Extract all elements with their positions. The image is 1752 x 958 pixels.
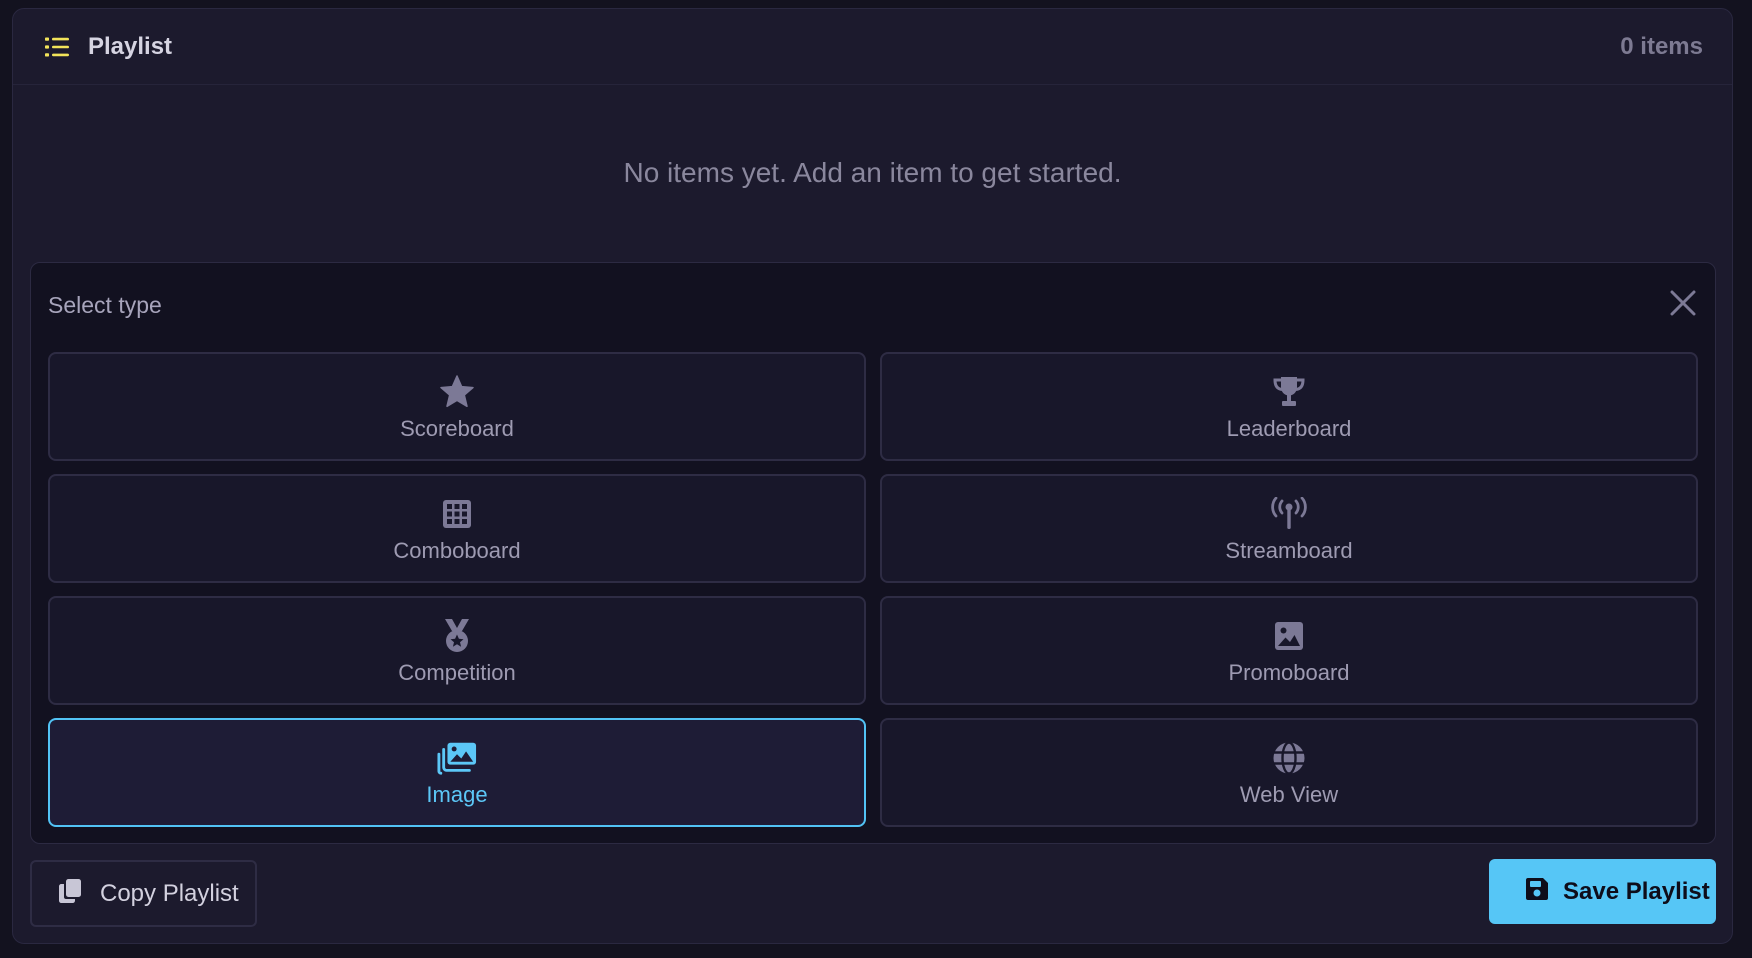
copy-playlist-button[interactable]: Copy Playlist xyxy=(30,860,257,927)
card-label: Competition xyxy=(398,659,516,685)
type-card-comboboard[interactable]: Comboboard xyxy=(48,474,866,583)
trophy-icon xyxy=(1269,372,1309,412)
card-label: Web View xyxy=(1239,781,1339,807)
type-card-web-view[interactable]: Web View xyxy=(880,718,1698,827)
type-card-competition[interactable]: Competition xyxy=(48,596,866,705)
floppy-disk-icon xyxy=(1525,877,1549,906)
card-label: Image xyxy=(426,781,488,807)
type-card-streamboard[interactable]: Streamboard xyxy=(880,474,1698,583)
type-card-image[interactable]: Image xyxy=(48,718,866,827)
type-card-promoboard[interactable]: Promoboard xyxy=(880,596,1698,705)
type-card-leaderboard[interactable]: Leaderboard xyxy=(880,352,1698,461)
card-label: Leaderboard xyxy=(1226,415,1352,441)
list-icon xyxy=(44,34,70,60)
panel-header: Playlist 0 items xyxy=(13,9,1732,85)
globe-icon xyxy=(1269,738,1309,778)
playlist-panel: Playlist 0 items No items yet. Add an it… xyxy=(12,8,1733,944)
images-icon xyxy=(437,738,477,778)
type-selector: Select type Scoreboard Leaderboard Combo… xyxy=(30,262,1716,844)
medal-icon xyxy=(437,616,477,656)
image-icon xyxy=(1269,616,1309,656)
header-left: Playlist xyxy=(44,33,172,61)
type-grid: Scoreboard Leaderboard Comboboard Stream… xyxy=(48,352,1699,827)
selector-title: Select type xyxy=(48,292,162,318)
save-playlist-button[interactable]: Save Playlist xyxy=(1489,859,1716,924)
card-label: Comboboard xyxy=(393,537,521,563)
card-label: Promoboard xyxy=(1228,659,1350,685)
type-card-scoreboard[interactable]: Scoreboard xyxy=(48,352,866,461)
card-label: Streamboard xyxy=(1225,537,1353,563)
broadcast-tower-icon xyxy=(1269,494,1309,534)
star-icon xyxy=(437,372,477,412)
copy-icon xyxy=(58,878,82,909)
close-icon xyxy=(1670,290,1696,321)
save-playlist-label: Save Playlist xyxy=(1563,877,1710,905)
card-label: Scoreboard xyxy=(400,415,514,441)
grid-icon xyxy=(437,494,477,534)
item-count: 0 items xyxy=(1620,32,1703,60)
empty-state-message: No items yet. Add an item to get started… xyxy=(623,157,1122,188)
panel-title: Playlist xyxy=(88,32,173,60)
copy-playlist-label: Copy Playlist xyxy=(100,879,239,907)
close-button[interactable] xyxy=(1665,287,1701,323)
